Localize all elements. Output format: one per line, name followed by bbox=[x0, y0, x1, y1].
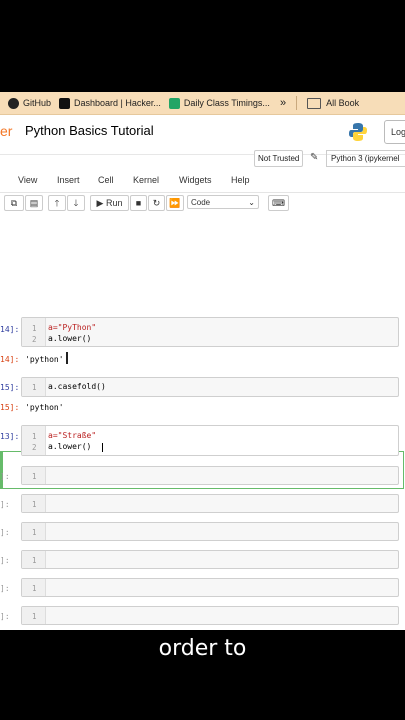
text-caret bbox=[102, 443, 103, 452]
run-button[interactable]: ▶ Run bbox=[90, 195, 129, 211]
code-line: a.lower() bbox=[48, 442, 92, 451]
video-caption: order to bbox=[158, 636, 247, 661]
menu-bar: View Insert Cell Kernel Widgets Help bbox=[0, 172, 405, 190]
cell-output: 'python' bbox=[25, 355, 64, 364]
cell-type-select[interactable]: Code ⌄ bbox=[187, 195, 259, 209]
mouse-cursor-icon bbox=[66, 352, 68, 364]
logout-button[interactable]: Log bbox=[384, 120, 405, 144]
menu-widgets[interactable]: Widgets bbox=[179, 175, 212, 185]
code-input[interactable]: 1 bbox=[21, 522, 399, 541]
code-input[interactable]: 1 bbox=[21, 550, 399, 569]
input-prompt: ]: bbox=[0, 472, 10, 481]
line-number: 1 bbox=[32, 324, 37, 333]
bookmarks-bar: GitHub Dashboard | Hacker... Daily Class… bbox=[0, 92, 405, 115]
sheets-icon bbox=[168, 97, 180, 109]
input-prompt: 13]: bbox=[0, 432, 20, 441]
python-logo-icon bbox=[349, 123, 367, 141]
code-line: a="PyThon" bbox=[48, 323, 97, 332]
line-number: 1 bbox=[32, 528, 37, 537]
folder-icon bbox=[307, 97, 322, 109]
output-prompt: 15]: bbox=[0, 403, 20, 412]
pencil-icon[interactable]: ✎ bbox=[310, 152, 318, 163]
code-input[interactable]: 1 bbox=[21, 466, 399, 485]
menu-help[interactable]: Help bbox=[231, 175, 250, 185]
stop-icon[interactable]: ■ bbox=[130, 195, 147, 211]
input-prompt: ]: bbox=[0, 528, 10, 537]
line-number: 2 bbox=[32, 443, 37, 452]
notebook-toolbar: ⧉ ▤ 🡑 🡓 ▶ Run ■ ↻ ⏩ Code ⌄ ⌨ bbox=[0, 192, 405, 214]
line-number: 2 bbox=[32, 335, 37, 344]
paste-icon[interactable]: ▤ bbox=[25, 195, 43, 211]
code-line: a.lower() bbox=[48, 334, 92, 343]
not-trusted-button[interactable]: Not Trusted bbox=[254, 150, 304, 167]
input-prompt: ]: bbox=[0, 556, 10, 565]
github-icon bbox=[8, 97, 19, 109]
line-number: 1 bbox=[32, 472, 37, 481]
line-number: 1 bbox=[32, 584, 37, 593]
menu-kernel[interactable]: Kernel bbox=[133, 175, 159, 185]
input-prompt: 14]: bbox=[0, 325, 20, 334]
notebook-status-row: Not Trusted ✎ Python 3 (ipykernel bbox=[0, 150, 405, 168]
bookmark-class-timings[interactable]: Daily Class Timings... bbox=[168, 97, 270, 109]
code-input[interactable]: 1 bbox=[21, 494, 399, 513]
input-prompt: ]: bbox=[0, 612, 10, 621]
code-input[interactable]: 1 a.casefold() bbox=[21, 377, 399, 397]
menu-cell[interactable]: Cell bbox=[98, 175, 114, 185]
fast-forward-icon[interactable]: ⏩ bbox=[166, 195, 184, 211]
line-number: 1 bbox=[32, 432, 37, 441]
copy-icon[interactable]: ⧉ bbox=[4, 195, 24, 211]
browser-screen: GitHub Dashboard | Hacker... Daily Class… bbox=[0, 92, 405, 630]
move-up-icon[interactable]: 🡑 bbox=[48, 195, 66, 211]
bookmark-github[interactable]: GitHub bbox=[8, 97, 51, 109]
kernel-indicator[interactable]: Python 3 (ipykernel bbox=[326, 150, 405, 167]
code-input[interactable]: 1 bbox=[21, 606, 399, 625]
output-prompt: 14]: bbox=[0, 355, 20, 364]
all-bookmarks-link[interactable]: All Book bbox=[326, 98, 359, 108]
notebook-title[interactable]: Python Basics Tutorial bbox=[25, 123, 154, 138]
line-number: 1 bbox=[32, 500, 37, 509]
code-line: a="Straße" bbox=[48, 431, 97, 440]
jupyter-header: er Python Basics Tutorial Log bbox=[0, 114, 405, 155]
input-prompt: 15]: bbox=[0, 383, 20, 392]
code-input[interactable]: 1 2 a="Straße" a.lower() bbox=[21, 425, 399, 456]
keyboard-icon[interactable]: ⌨ bbox=[268, 195, 289, 211]
hackerrank-icon bbox=[59, 97, 71, 109]
jupyter-logo[interactable]: er bbox=[0, 123, 12, 139]
bookmarks-overflow-icon[interactable]: » bbox=[280, 97, 286, 109]
code-input[interactable]: 1 bbox=[21, 578, 399, 597]
notebook-page: 14]: 1 2 a="PyThon" a.lower() 14]: 'pyth… bbox=[0, 213, 405, 630]
input-prompt: ]: bbox=[0, 500, 10, 509]
cell-output: 'python' bbox=[25, 403, 64, 412]
chevron-down-icon: ⌄ bbox=[248, 198, 255, 207]
line-number: 1 bbox=[32, 612, 37, 621]
menu-insert[interactable]: Insert bbox=[57, 175, 80, 185]
bookmark-hackerrank[interactable]: Dashboard | Hacker... bbox=[59, 97, 161, 109]
menu-view[interactable]: View bbox=[18, 175, 37, 185]
code-input[interactable]: 1 2 a="PyThon" a.lower() bbox=[21, 317, 399, 347]
line-number: 1 bbox=[32, 383, 37, 392]
code-line: a.casefold() bbox=[48, 382, 106, 391]
move-down-icon[interactable]: 🡓 bbox=[67, 195, 85, 211]
bookmarks-divider bbox=[296, 96, 298, 110]
line-number: 1 bbox=[32, 556, 37, 565]
notebook-area: 14]: 1 2 a="PyThon" a.lower() 14]: 'pyth… bbox=[0, 213, 405, 630]
input-prompt: ]: bbox=[0, 584, 10, 593]
restart-icon[interactable]: ↻ bbox=[148, 195, 165, 211]
